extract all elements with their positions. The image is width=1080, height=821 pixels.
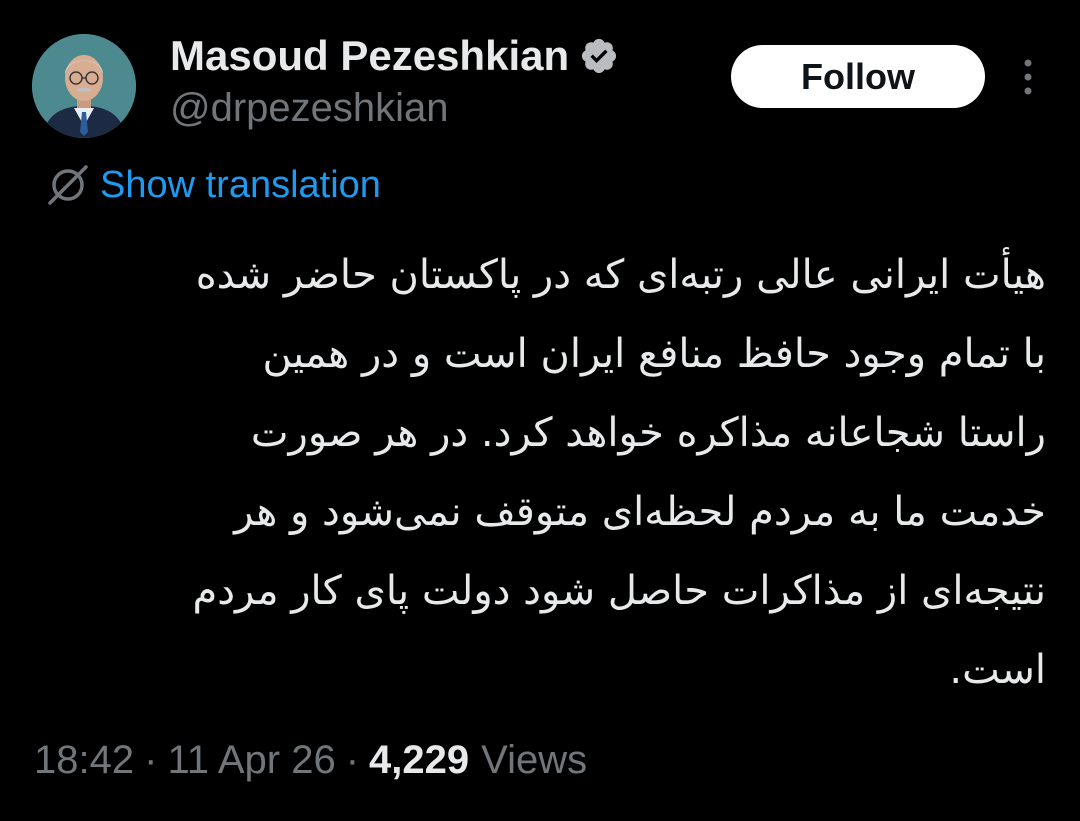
- tweet-text: هیأت ایرانی عالی رتبه‌ای که در پاکستان ح…: [40, 236, 1046, 710]
- tweet-line: نتیجه‌ای از مذاکرات حاصل شود دولت پای کا…: [192, 568, 1046, 614]
- author-handle[interactable]: @drpezeshkian: [170, 86, 449, 131]
- tweet-line: راستا شجاعانه مذاکره خواهد کرد. در هر صو…: [250, 410, 1046, 456]
- follow-button[interactable]: Follow: [731, 45, 985, 108]
- verified-badge-icon: [579, 36, 619, 76]
- author-display-name[interactable]: Masoud Pezeshkian: [170, 32, 569, 80]
- tweet-line: هیأت ایرانی عالی رتبه‌ای که در پاکستان ح…: [195, 252, 1046, 298]
- tweet-line: با تمام وجود حافظ منافع ایران است و در ه…: [262, 331, 1046, 377]
- meta-separator: ·: [345, 737, 360, 782]
- tweet-time[interactable]: 18:42: [34, 738, 134, 783]
- globe-icon: [44, 161, 92, 209]
- tweet-line: است.: [949, 647, 1046, 693]
- views-label: Views: [481, 737, 588, 782]
- author-name-row[interactable]: Masoud Pezeshkian: [170, 30, 619, 82]
- tweet-meta: 18:42 · 11 Apr 26 · 4,229 Views: [34, 732, 587, 788]
- views-count[interactable]: 4,229: [369, 738, 469, 783]
- meta-separator: ·: [144, 737, 158, 782]
- tweet-date[interactable]: 11 Apr 26: [167, 738, 335, 783]
- show-translation-label[interactable]: Show translation: [100, 164, 381, 207]
- avatar-portrait: [32, 34, 136, 138]
- tweet-line: خدمت ما به مردم لحظه‌ای متوقف نمی‌شود و …: [234, 489, 1046, 535]
- show-translation-link[interactable]: Show translation: [44, 160, 381, 210]
- more-vertical-icon[interactable]: [1008, 55, 1048, 99]
- avatar[interactable]: [32, 34, 136, 138]
